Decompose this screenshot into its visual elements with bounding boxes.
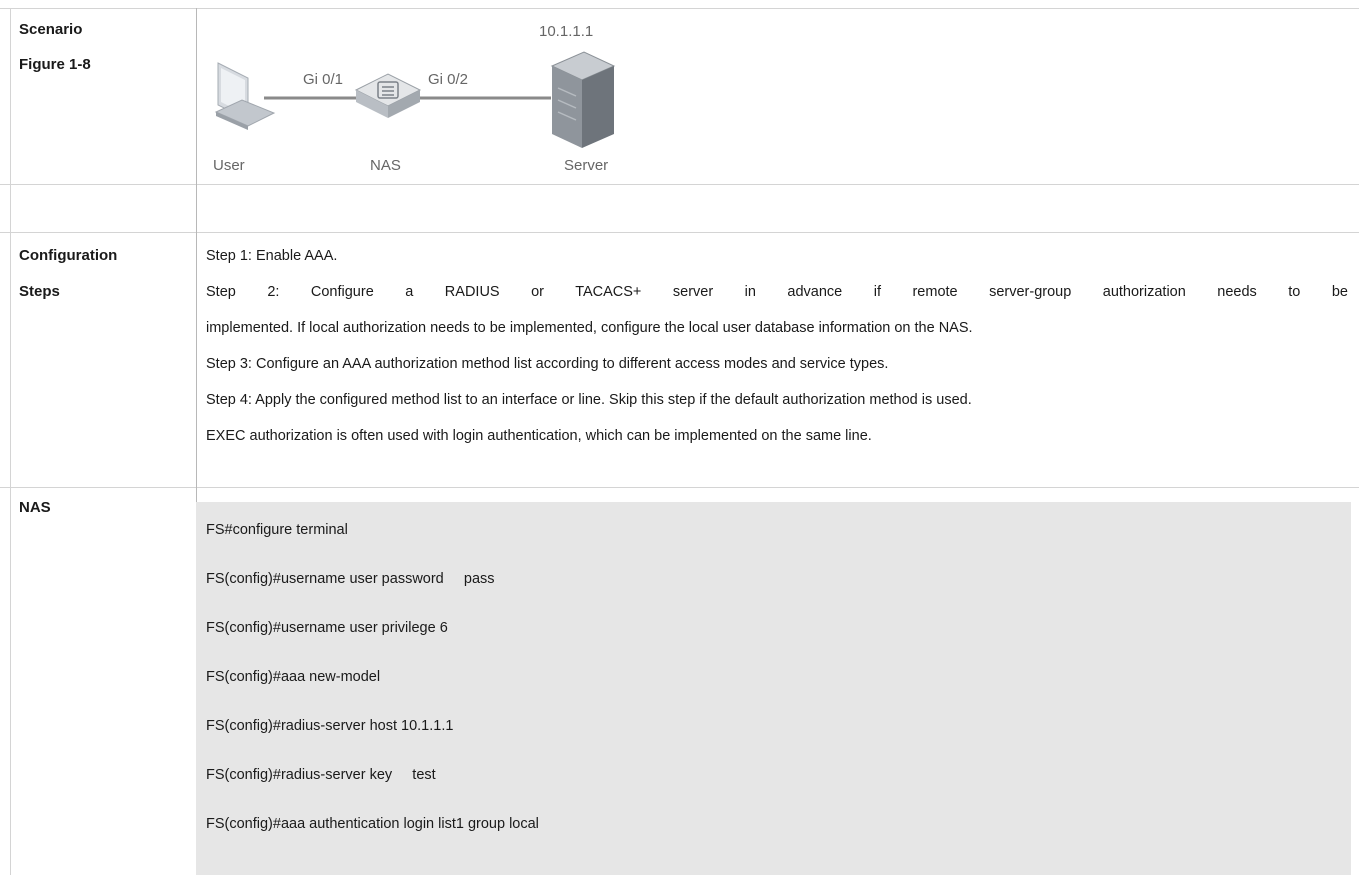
port-gi02-label: Gi 0/2: [428, 71, 468, 88]
row-divider: [0, 487, 1359, 488]
server-icon: [550, 51, 616, 148]
document-page: Scenario Figure 1-8 10.1.1.1 Gi 0/1 Gi 0…: [0, 0, 1359, 875]
configuration-label: Configuration: [19, 247, 118, 264]
step-line: EXEC authorization is often used with lo…: [206, 428, 872, 444]
step-line: Step 2: Configure a RADIUS or TACACS+ se…: [206, 284, 1348, 300]
command-line: FS(config)#username user password pass: [206, 571, 495, 587]
command-line: FS(config)#username user privilege 6: [206, 620, 448, 636]
row-divider: [0, 232, 1359, 233]
command-line: FS(config)#aaa new-model: [206, 669, 381, 685]
port-gi01-label: Gi 0/1: [303, 71, 343, 88]
table-border-left: [10, 8, 11, 875]
command-line: FS(config)#radius-server host 10.1.1.1: [206, 718, 454, 734]
step-line: Step 4: Apply the configured method list…: [206, 392, 972, 408]
scenario-label: Scenario: [19, 21, 83, 38]
figure-label: Figure 1-8: [19, 56, 91, 73]
command-line: FS(config)#radius-server key test: [206, 767, 436, 783]
nas-row-label: NAS: [19, 499, 51, 516]
user-label: User: [213, 157, 245, 174]
row-divider: [0, 184, 1359, 185]
step-line: Step 1: Enable AAA.: [206, 248, 338, 264]
command-line: FS(config)#aaa authentication login list…: [206, 816, 539, 832]
topology-diagram: 10.1.1.1 Gi 0/1 Gi 0/2 User NAS Server: [213, 23, 616, 174]
command-line: FS#configure terminal: [206, 522, 348, 538]
switch-icon: [354, 73, 422, 118]
step-line: implemented. If local authorization need…: [206, 320, 973, 336]
server-ip-label: 10.1.1.1: [539, 23, 593, 40]
steps-label: Steps: [19, 283, 60, 300]
server-label: Server: [564, 157, 608, 174]
nas-label: NAS: [370, 157, 401, 174]
step-line: Step 3: Configure an AAA authorization m…: [206, 356, 889, 372]
